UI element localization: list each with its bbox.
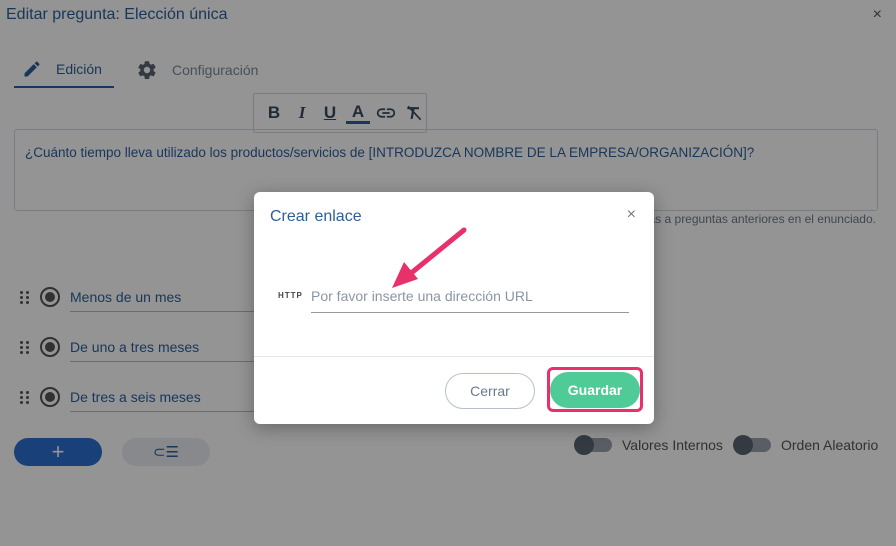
cancel-button[interactable]: Cerrar bbox=[445, 373, 535, 409]
dialog-close-icon[interactable]: × bbox=[627, 206, 636, 224]
dialog-title: Crear enlace bbox=[270, 208, 362, 225]
dialog-divider bbox=[254, 356, 654, 357]
http-prefix-label: HTTP bbox=[278, 291, 303, 300]
save-button[interactable]: Guardar bbox=[550, 372, 640, 408]
create-link-dialog: Crear enlace × HTTP Cerrar Guardar bbox=[254, 192, 654, 424]
url-input[interactable] bbox=[311, 280, 629, 313]
